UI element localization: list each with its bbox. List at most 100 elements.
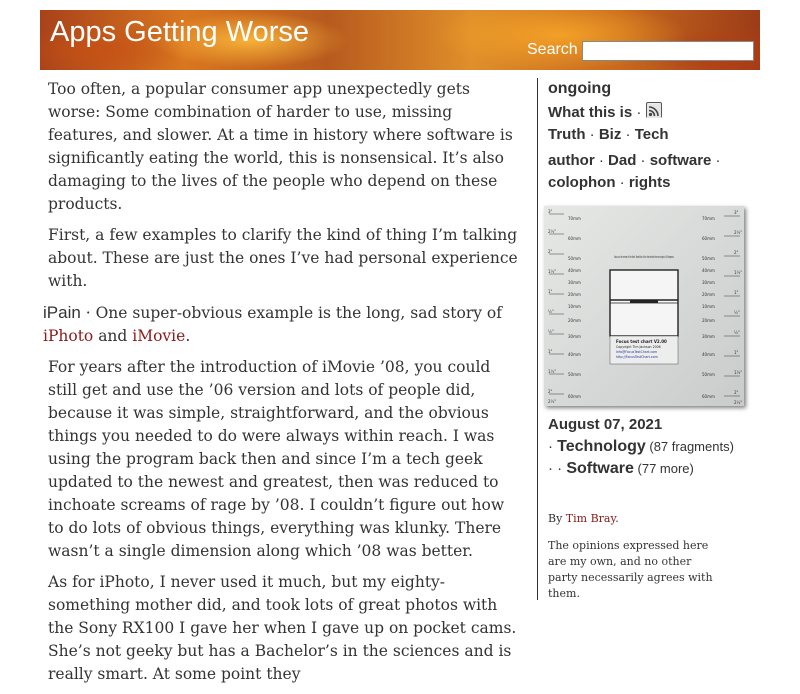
photo-ruler-label: 1½" xyxy=(548,369,556,374)
category-software-link[interactable]: Software xyxy=(566,460,634,477)
photo-ruler-label: 1½" xyxy=(548,269,556,274)
photo-ruler-label: 10mm xyxy=(702,304,715,309)
separator: · xyxy=(711,152,721,169)
photo-ruler-label: ½" xyxy=(548,309,554,314)
rss-feed-icon[interactable] xyxy=(645,102,662,118)
byline-end: . xyxy=(615,512,619,525)
photo-chart-title: Focus test chart V2.00 xyxy=(616,339,667,344)
biz-link[interactable]: Biz xyxy=(599,126,622,143)
colophon-link[interactable]: colophon xyxy=(548,174,616,191)
separator: · xyxy=(615,174,629,191)
separator: · xyxy=(585,126,599,143)
photo-ruler-label: 50mm xyxy=(702,256,715,261)
photo-ruler-label: 2½" xyxy=(548,399,556,404)
photo-top-text: Focus on the center of the third. Read t… xyxy=(614,255,674,259)
author-name-link[interactable]: Tim Bray xyxy=(566,512,615,525)
photo-ruler-label: 20mm xyxy=(702,318,715,323)
focus-test-chart-photo: 3" 2½" 2" 1½" 1" ½" ½" 1" 1½" 2" 2½" 70m… xyxy=(544,206,744,406)
rss-icon-svg xyxy=(646,104,661,118)
photo-ruler-label: 2½" xyxy=(734,400,742,405)
category-line: · Technology (87 fragments) xyxy=(548,438,734,456)
separator: · xyxy=(621,126,635,143)
photo-chart-link: Info@FocusTestChart.com xyxy=(616,350,657,354)
separator: · xyxy=(594,152,609,169)
article-paragraph: As for iPhoto, I never used it much, but… xyxy=(48,573,517,683)
photo-ruler-label: 60mm xyxy=(568,236,581,241)
photo-ruler-label: 40mm xyxy=(702,268,715,273)
category-line: · · Software (77 more) xyxy=(548,460,694,478)
photo-ruler-label: 40mm xyxy=(702,352,715,357)
photo-ruler-label: 1" xyxy=(548,349,553,354)
section-heading: iPain xyxy=(43,303,81,322)
date-year[interactable]: 2021 xyxy=(629,416,662,433)
author-link[interactable]: author xyxy=(548,152,595,169)
photo-ruler-label: 20mm xyxy=(702,292,715,297)
byline: By Tim Bray. xyxy=(548,512,619,525)
photo-ruler-label: 70mm xyxy=(702,216,715,221)
photo-ruler-label: ½" xyxy=(734,310,740,315)
category-technology-link[interactable]: Technology xyxy=(557,438,646,455)
photo-chart-link: http://FocusTestChart.com xyxy=(616,355,658,359)
article-paragraph: Too often, a popular consumer app unexpe… xyxy=(48,80,513,213)
date-comma: , xyxy=(620,416,625,433)
photo-ruler-label: 2½" xyxy=(548,229,556,234)
photo-ruler-label: 40mm xyxy=(568,268,581,273)
separator: · xyxy=(80,304,96,322)
photo-ruler-label: 2" xyxy=(548,389,553,394)
dad-link[interactable]: Dad xyxy=(608,152,636,169)
post-date: August 07, 2021 xyxy=(548,416,662,433)
paragraph-text: . xyxy=(185,327,191,345)
separator: · xyxy=(632,104,646,121)
truth-link[interactable]: Truth xyxy=(548,126,586,143)
separator: · xyxy=(636,152,650,169)
sidebar-title[interactable]: ongoing xyxy=(548,80,758,98)
disclaimer-text: The opinions expressed here are my own, … xyxy=(548,539,713,600)
site-banner: Apps Getting Worse Search xyxy=(40,10,760,70)
photo-ruler-label: 1" xyxy=(548,289,553,294)
photo-ruler-label: 1½" xyxy=(734,270,742,275)
photo-ruler-label: 60mm xyxy=(702,236,715,241)
photo-ruler-label: 20mm xyxy=(568,318,581,323)
column-divider xyxy=(537,78,538,600)
rights-link[interactable]: rights xyxy=(629,174,671,191)
category-count: (87 fragments) xyxy=(645,439,734,454)
photo-ruler-label: 3" xyxy=(734,210,739,215)
photo-ruler-label: 30mm xyxy=(568,280,581,285)
photo-ruler-label: 3" xyxy=(548,209,553,214)
search-label: Search xyxy=(527,41,578,58)
sidebar: ongoing What this is · Truth · Biz · Tec… xyxy=(544,78,758,600)
article-paragraph: iPain · One super-obvious example is the… xyxy=(43,301,522,348)
photo-ruler-label: 10mm xyxy=(568,304,581,309)
photo-ruler-label: 2½" xyxy=(734,230,742,235)
photo-ruler-label: 70mm xyxy=(568,216,581,221)
search-input[interactable] xyxy=(582,41,754,61)
paragraph-text: One super-obvious example is the long, s… xyxy=(95,304,502,322)
site-title: Apps Getting Worse xyxy=(50,16,309,48)
photo-ruler-label: 50mm xyxy=(702,372,715,377)
article-body: Too often, a popular consumer app unexpe… xyxy=(43,78,522,694)
photo-ruler-label: 60mm xyxy=(702,394,715,399)
photo-ruler-label: 50mm xyxy=(568,256,581,261)
paragraph-text: and xyxy=(93,327,133,345)
sidebar-nav-line: Truth · Biz · Tech xyxy=(548,124,758,146)
photo-ruler-label: 1" xyxy=(734,350,739,355)
photo-ruler-label: 2" xyxy=(734,390,739,395)
photo-ruler-label: 30mm xyxy=(702,334,715,339)
imovie-link[interactable]: iMovie xyxy=(132,327,185,345)
photo-ruler-label: 2" xyxy=(548,249,553,254)
article-paragraph: For years after the introduction of iMov… xyxy=(48,358,505,560)
software-link[interactable]: software xyxy=(650,152,712,169)
photo-ruler-label: 1½" xyxy=(734,370,742,375)
photo-chart-copyright: Copyright Tim Jackson 2006 xyxy=(616,345,661,349)
sidebar-nav-line: colophon · rights xyxy=(548,172,758,194)
category-count: (77 more) xyxy=(633,461,694,476)
date-month-day[interactable]: August 07 xyxy=(548,416,621,433)
what-this-is-link[interactable]: What this is xyxy=(548,104,632,121)
photo-ruler-label: 30mm xyxy=(702,280,715,285)
tech-link[interactable]: Tech xyxy=(635,126,669,143)
photo-ruler-label: 1" xyxy=(734,290,739,295)
iphoto-link[interactable]: iPhoto xyxy=(43,327,93,345)
photo-ruler-label: ½" xyxy=(734,330,740,335)
photo-ruler-label: 30mm xyxy=(568,334,581,339)
byline-prefix: By xyxy=(548,512,566,525)
